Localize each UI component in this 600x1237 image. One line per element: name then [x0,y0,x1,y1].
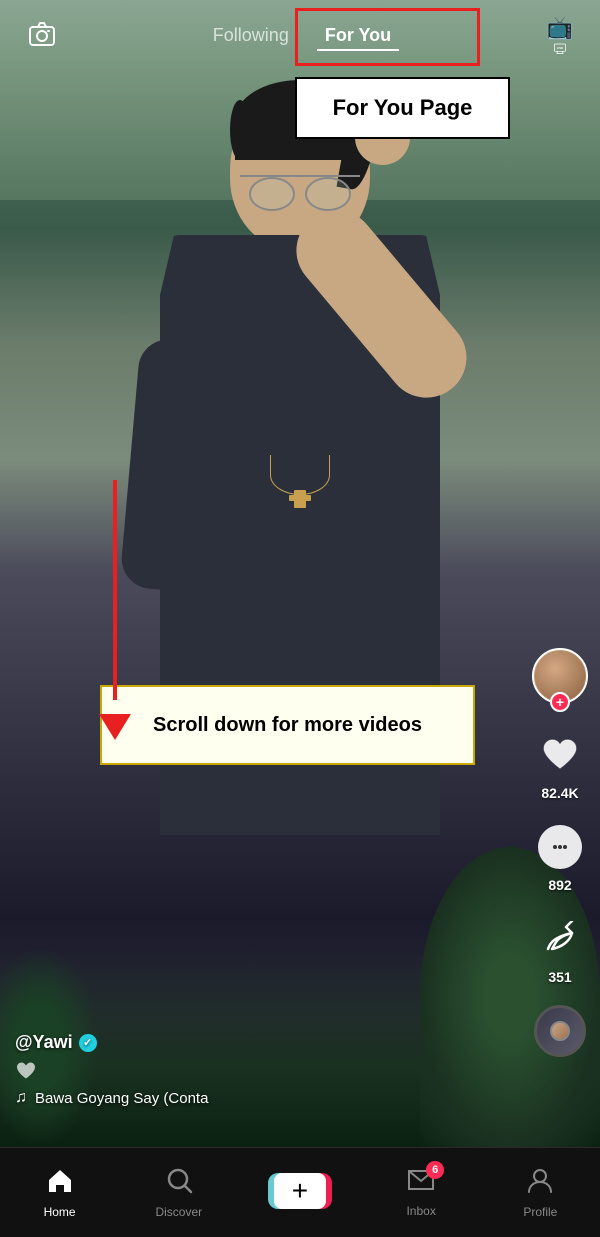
music-disc-inner [550,1021,570,1041]
right-sidebar: + 82.4K 892 [532,648,588,1057]
inbox-label: Inbox [406,1204,435,1218]
arrow-head [99,714,131,740]
like-count: 82.4K [541,785,578,801]
for-you-page-annotation: For You Page [295,77,510,139]
nav-profile[interactable]: Profile [510,1166,570,1219]
discover-icon [165,1166,193,1201]
nav-create[interactable]: + [268,1173,332,1213]
like-button[interactable]: 82.4K [534,729,586,801]
profile-icon [526,1166,554,1201]
arrow-line [113,480,117,700]
share-count: 351 [548,969,571,985]
nav-inbox[interactable]: 6 Inbox [391,1167,451,1218]
creator-username[interactable]: @Yawi ✓ [15,1032,208,1053]
tab-following[interactable]: Following [205,20,297,51]
nav-tabs: Following For You [205,20,399,51]
profile-label: Profile [523,1205,557,1219]
video-info: @Yawi ✓ ♫ Bawa Goyang Say (Conta [15,1032,208,1107]
heart-icon [534,729,586,781]
comment-bubble [538,825,582,869]
inbox-badge-count: 6 [426,1161,444,1179]
comment-button[interactable]: 892 [534,821,586,893]
music-title: Bawa Goyang Say (Conta [35,1090,208,1107]
person-cross [294,490,306,508]
camera-button[interactable] [20,13,64,57]
small-like-icon[interactable] [15,1061,208,1081]
home-icon [46,1166,74,1201]
scroll-annotation-box: Scroll down for more videos [100,685,475,765]
person-necklace [270,455,330,495]
discover-label: Discover [155,1205,202,1219]
share-icon [534,913,586,965]
verified-badge: ✓ [79,1034,97,1052]
music-disc[interactable] [534,1005,586,1057]
person-figure [110,60,490,960]
comment-icon [534,821,586,873]
tab-for-you[interactable]: For You [317,20,399,51]
follow-plus-button[interactable]: + [550,692,570,712]
creator-avatar[interactable]: + [532,648,588,704]
comment-count: 892 [548,877,571,893]
music-info[interactable]: ♫ Bawa Goyang Say (Conta [15,1089,208,1107]
music-note-icon: ♫ [15,1089,27,1107]
for-you-page-label: For You Page [333,95,473,121]
inbox-icon-container: 6 [406,1167,436,1200]
person-glasses [240,175,360,195]
person-hair-side [230,100,250,160]
nav-home[interactable]: Home [30,1166,90,1219]
scroll-arrow [90,480,140,760]
bottom-navigation: Home Discover + 6 Inbox [0,1147,600,1237]
share-arrow-icon [538,917,582,961]
plus-icon: + [292,1177,308,1205]
svg-text:LIVE: LIVE [557,46,564,50]
home-label: Home [44,1205,76,1219]
top-navigation-bar: Following For You LIVE [0,0,600,70]
scroll-annotation-text: Scroll down for more videos [153,714,422,737]
nav-discover[interactable]: Discover [149,1166,209,1219]
live-button[interactable]: LIVE [540,15,580,55]
username-text: @Yawi [15,1032,73,1053]
share-button[interactable]: 351 [534,913,586,985]
